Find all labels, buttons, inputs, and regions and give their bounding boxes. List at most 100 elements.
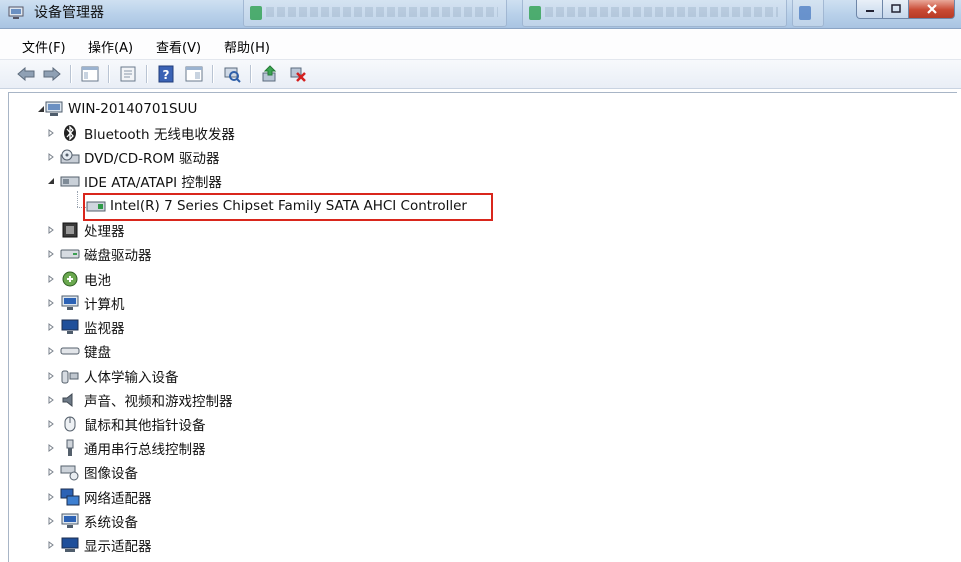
tree-item-bluetooth[interactable]: Bluetooth 无线电收发器 <box>60 122 235 144</box>
tree-item-label: 处理器 <box>84 224 125 240</box>
minimize-button[interactable] <box>856 0 883 19</box>
menu-help[interactable]: 帮助(H) <box>224 37 270 56</box>
show-hide-tree-button[interactable] <box>80 64 100 84</box>
collapse-arrow-icon[interactable] <box>47 177 55 185</box>
expand-arrow-icon[interactable] <box>47 347 55 355</box>
view-button[interactable] <box>184 64 204 84</box>
processor-icon <box>60 221 80 239</box>
tree-item-label: 通用串行总线控制器 <box>84 442 206 458</box>
tree-item-label: 系统设备 <box>84 515 138 531</box>
tree-item-disk-drive[interactable]: 磁盘驱动器 <box>60 243 152 265</box>
tree-item-dvd-cd-rom[interactable]: DVD/CD-ROM 驱动器 <box>60 146 219 168</box>
computer-root-icon <box>44 100 64 118</box>
expand-arrow-icon[interactable] <box>47 468 55 476</box>
expand-arrow-icon[interactable] <box>47 323 55 331</box>
help-button[interactable]: ? <box>156 64 176 84</box>
tree-item-mouse-pointer[interactable]: 鼠标和其他指针设备 <box>60 413 206 435</box>
tree-item-label: 电池 <box>84 273 111 289</box>
monitor-icon <box>60 318 80 336</box>
close-button[interactable] <box>909 0 955 19</box>
menu-action[interactable]: 操作(A) <box>88 37 133 56</box>
expand-arrow-icon[interactable] <box>47 129 55 137</box>
update-driver-icon <box>262 65 277 82</box>
mouse-icon <box>60 415 80 433</box>
tree-item-label: DVD/CD-ROM 驱动器 <box>84 151 220 167</box>
tree-item-hid[interactable]: 人体学输入设备 <box>60 365 179 387</box>
tree-item-sound-video-game[interactable]: 声音、视频和游戏控制器 <box>60 389 233 411</box>
tree-item-label: 监视器 <box>84 321 125 337</box>
usb-icon <box>60 439 80 457</box>
selection-highlight-box <box>83 193 493 221</box>
menu-bar: 文件(F) 操作(A) 查看(V) 帮助(H) <box>0 29 961 60</box>
svg-text:?: ? <box>163 68 170 82</box>
back-button[interactable] <box>16 64 36 84</box>
tree-item-system-devices[interactable]: 系统设备 <box>60 510 138 532</box>
menu-file[interactable]: 文件(F) <box>22 37 66 56</box>
expand-arrow-icon[interactable] <box>47 493 55 501</box>
tree-item-monitor[interactable]: 监视器 <box>60 316 125 338</box>
scan-hardware-button[interactable] <box>222 64 242 84</box>
expand-arrow-icon[interactable] <box>47 153 55 161</box>
properties-icon <box>120 66 136 82</box>
back-arrow-icon <box>17 67 35 81</box>
tree-item-label: 计算机 <box>84 297 125 313</box>
hid-icon <box>60 367 80 385</box>
view-icon <box>185 66 203 82</box>
tree-item-keyboard[interactable]: 键盘 <box>60 340 111 362</box>
background-window-tab[interactable] <box>792 0 824 27</box>
uninstall-icon <box>290 67 306 82</box>
title-bar[interactable]: 设备管理器 <box>0 0 961 29</box>
forward-button[interactable] <box>42 64 62 84</box>
expand-arrow-icon[interactable] <box>47 372 55 380</box>
expand-arrow-icon[interactable] <box>47 226 55 234</box>
tree-item-label: 显示适配器 <box>84 539 152 555</box>
tree-item-computer[interactable]: 计算机 <box>60 292 125 314</box>
expand-arrow-icon[interactable] <box>47 396 55 404</box>
expand-arrow-icon[interactable] <box>47 250 55 258</box>
tree-item-ide-ata-atapi[interactable]: IDE ATA/ATAPI 控制器 <box>60 170 222 192</box>
update-driver-button[interactable] <box>260 64 280 84</box>
expand-arrow-icon[interactable] <box>47 420 55 428</box>
system-device-icon <box>60 512 80 530</box>
speaker-icon <box>60 391 80 409</box>
maximize-button[interactable] <box>883 0 909 19</box>
tree-item-label: 声音、视频和游戏控制器 <box>84 394 233 410</box>
background-window-tab[interactable] <box>522 0 787 27</box>
properties-button[interactable] <box>118 64 138 84</box>
scan-hardware-icon <box>224 67 241 83</box>
tree-item-network-adapter[interactable]: 网络适配器 <box>60 486 152 508</box>
toolbar: ? <box>0 60 961 89</box>
minimize-icon <box>865 10 874 12</box>
window-controls <box>856 0 955 19</box>
tree-item-label: 网络适配器 <box>84 491 152 507</box>
expand-arrow-icon[interactable] <box>47 517 55 525</box>
tree-item-processor[interactable]: 处理器 <box>60 219 125 241</box>
dvd-drive-icon <box>60 148 80 166</box>
expand-arrow-icon[interactable] <box>47 299 55 307</box>
menu-view[interactable]: 查看(V) <box>156 37 201 56</box>
bluetooth-icon <box>60 124 80 142</box>
tree-item-battery[interactable]: 电池 <box>60 268 111 290</box>
tree-item-display-adapter[interactable]: 显示适配器 <box>60 534 152 556</box>
ide-controller-icon <box>60 172 80 190</box>
tree-item-label: 人体学输入设备 <box>84 370 179 386</box>
tree-item-label: 磁盘驱动器 <box>84 248 152 264</box>
tree-item-label: 图像设备 <box>84 466 138 482</box>
show-hide-tree-icon <box>81 66 99 82</box>
tree-root[interactable]: WIN-20140701SUU <box>44 98 197 120</box>
expand-arrow-icon[interactable] <box>47 541 55 549</box>
tree-item-label: IDE ATA/ATAPI 控制器 <box>84 175 222 191</box>
forward-arrow-icon <box>43 67 61 81</box>
tree-item-label: Bluetooth 无线电收发器 <box>84 127 235 143</box>
tree-item-usb[interactable]: 通用串行总线控制器 <box>60 437 206 459</box>
device-manager-icon <box>8 6 24 19</box>
expand-arrow-icon[interactable] <box>47 275 55 283</box>
expand-arrow-icon[interactable] <box>47 444 55 452</box>
tree-item-imaging[interactable]: 图像设备 <box>60 461 138 483</box>
help-icon: ? <box>158 65 174 83</box>
battery-icon <box>60 270 80 288</box>
background-window-tab[interactable] <box>243 0 507 27</box>
uninstall-button[interactable] <box>288 64 308 84</box>
maximize-icon <box>890 4 901 13</box>
tree-item-label: 键盘 <box>84 345 111 361</box>
